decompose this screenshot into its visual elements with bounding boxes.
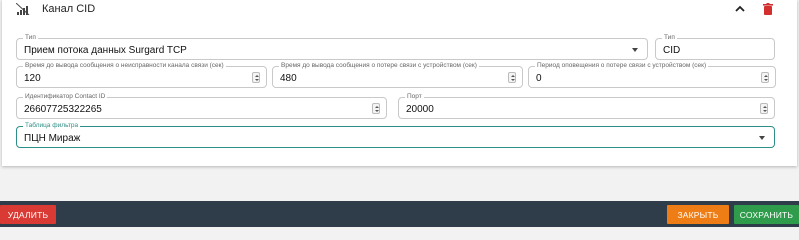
notify-period-label: Период оповещения о потере связи с устро… bbox=[535, 62, 709, 70]
filter-table-select[interactable]: Таблица фильтра ПЦН Мираж bbox=[16, 122, 775, 148]
save-button[interactable]: СОХРАНИТЬ bbox=[734, 205, 799, 224]
dropdown-arrow-icon bbox=[632, 48, 638, 52]
stepper-icon[interactable] bbox=[372, 103, 380, 114]
receiver-type-value: Прием потока данных Surgard TCP bbox=[24, 45, 187, 56]
type-field[interactable]: Тип CID bbox=[655, 34, 775, 60]
contact-id-label: Идентификатор Contact ID bbox=[23, 93, 108, 101]
stepper-icon[interactable] bbox=[252, 72, 260, 83]
type-value: CID bbox=[663, 45, 681, 56]
port-label: Порт bbox=[405, 93, 424, 101]
channel-card: Канал CID Тип Прием потока данных Surgar… bbox=[2, 0, 797, 166]
lost-delay-input[interactable]: Время до вывода сообщения о потере связи… bbox=[272, 62, 523, 88]
port-value: 20000 bbox=[406, 104, 434, 115]
lost-delay-value: 480 bbox=[280, 73, 297, 84]
trash-icon[interactable] bbox=[763, 3, 773, 15]
stepper-icon[interactable] bbox=[508, 72, 516, 83]
lost-delay-label: Время до вывода сообщения о потере связи… bbox=[279, 62, 479, 70]
signal-icon bbox=[16, 3, 30, 15]
filter-table-value: ПЦН Мираж bbox=[24, 133, 81, 144]
panel-title: Канал CID bbox=[42, 3, 96, 15]
notify-period-value: 0 bbox=[536, 73, 542, 84]
receiver-type-label: Тип bbox=[23, 34, 38, 42]
notify-period-input[interactable]: Период оповещения о потере связи с устро… bbox=[528, 62, 776, 88]
type-label: Тип bbox=[662, 34, 677, 42]
contact-id-input[interactable]: Идентификатор Contact ID 26607725322265 bbox=[16, 93, 387, 119]
filter-table-label: Таблица фильтра bbox=[23, 122, 81, 130]
delete-button[interactable]: УДАЛИТЬ bbox=[0, 205, 56, 224]
close-button[interactable]: ЗАКРЫТЬ bbox=[667, 205, 729, 224]
port-input[interactable]: Порт 20000 bbox=[398, 93, 775, 119]
chevron-up-icon[interactable] bbox=[734, 4, 746, 14]
stepper-icon[interactable] bbox=[760, 103, 768, 114]
fault-delay-input[interactable]: Время до вывода сообщения о неисправност… bbox=[16, 62, 267, 88]
footer-bar: УДАЛИТЬ ЗАКРЫТЬ СОХРАНИТЬ bbox=[0, 201, 799, 227]
dropdown-arrow-icon bbox=[759, 136, 765, 140]
contact-id-value: 26607725322265 bbox=[24, 104, 102, 115]
stepper-icon[interactable] bbox=[761, 72, 769, 83]
receiver-type-select[interactable]: Тип Прием потока данных Surgard TCP bbox=[16, 34, 648, 60]
fault-delay-value: 120 bbox=[24, 73, 41, 84]
fault-delay-label: Время до вывода сообщения о неисправност… bbox=[23, 62, 226, 70]
